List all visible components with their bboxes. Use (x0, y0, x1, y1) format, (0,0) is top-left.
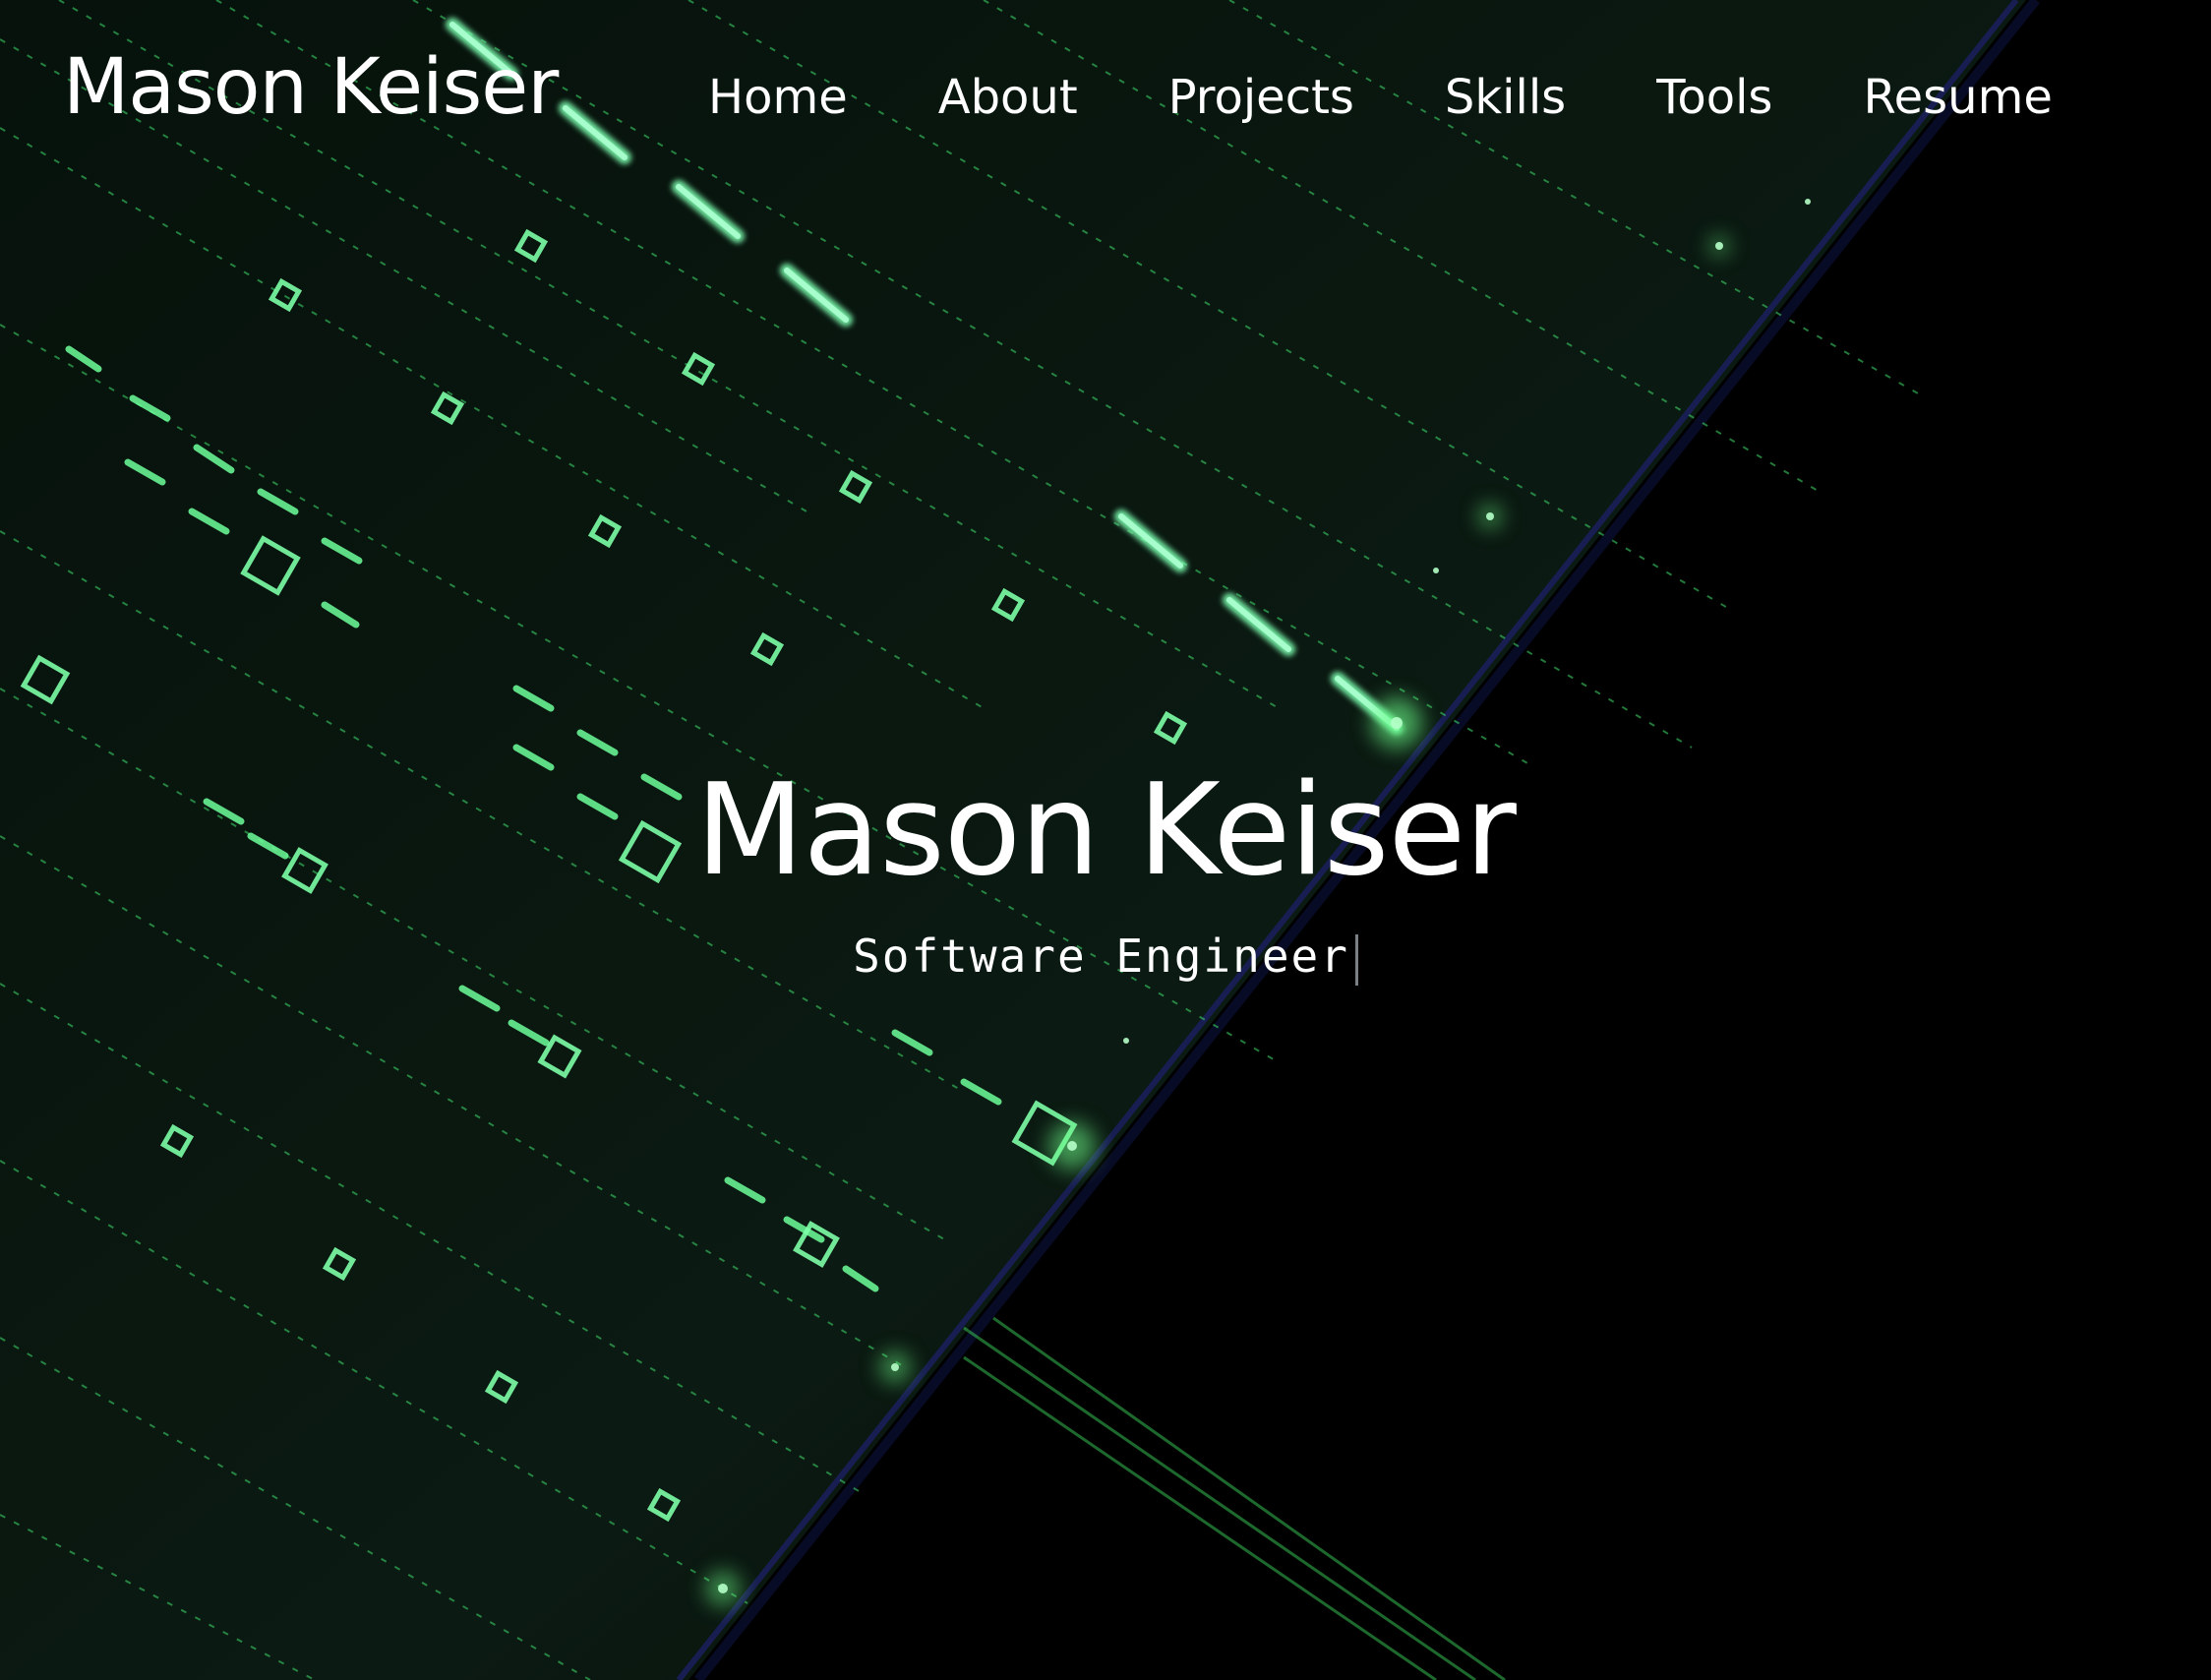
hero-subtitle-wrap: Software Engineer (0, 905, 2211, 986)
nav-resume-link[interactable]: Resume (1863, 68, 2052, 127)
site-header: Mason Keiser Home About Projects Skills … (0, 0, 2211, 197)
page: Mason Keiser Home About Projects Skills … (0, 0, 2211, 1680)
nav-home-link[interactable]: Home (708, 68, 848, 127)
nav-tools-link[interactable]: Tools (1656, 68, 1772, 127)
hero-section: Mason Keiser Software Engineer (0, 757, 2211, 986)
nav-projects-link[interactable]: Projects (1168, 68, 1354, 127)
nav-skills-link[interactable]: Skills (1445, 68, 1566, 127)
main-nav: Home About Projects Skills Tools Resume (708, 63, 2085, 132)
brand-logo-link[interactable]: Mason Keiser (63, 43, 559, 132)
hero-subtitle-text: Software Engineer (853, 930, 1349, 983)
hero-subtitle: Software Engineer (853, 927, 1358, 986)
nav-about-link[interactable]: About (938, 68, 1078, 127)
typing-cursor (1354, 933, 1358, 986)
hero-title: Mason Keiser (695, 757, 1517, 904)
